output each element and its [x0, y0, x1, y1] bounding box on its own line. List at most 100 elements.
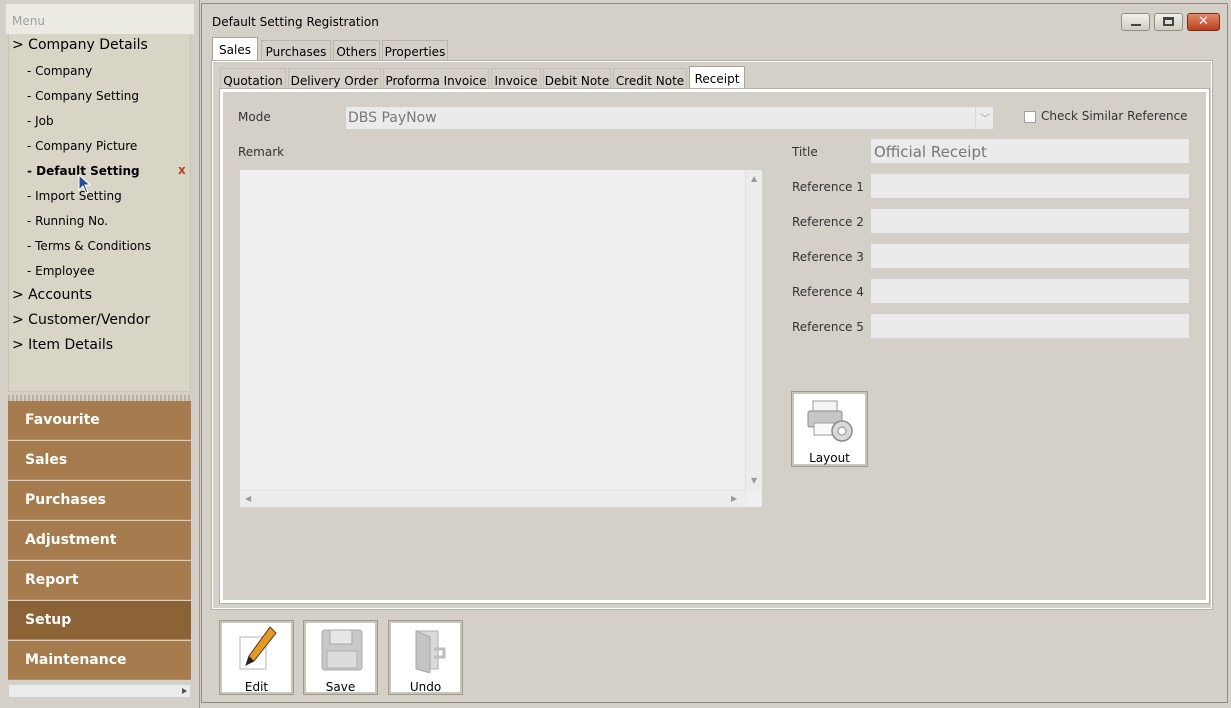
nav-favourite[interactable]: Favourite [8, 401, 191, 440]
tree-group-company-details[interactable]: > Company Details [12, 37, 148, 53]
restore-button[interactable] [1154, 13, 1183, 31]
reference-2-label: Reference 2 [792, 215, 864, 229]
tree-item-terms-conditions[interactable]: - Terms & Conditions [27, 239, 151, 253]
nav-purchases[interactable]: Purchases [8, 481, 191, 520]
remark-vertical-scrollbar[interactable]: ▲ ▼ [745, 170, 762, 492]
reference-1-label: Reference 1 [792, 180, 864, 194]
reference-5-field[interactable] [870, 313, 1190, 339]
tree-item-job[interactable]: - Job [27, 114, 54, 128]
mode-label: Mode [238, 110, 271, 124]
nav-label: Purchases [25, 492, 107, 508]
tab-label: Purchases [265, 45, 327, 59]
nav-label: Setup [25, 612, 72, 628]
mode-value: DBS PayNow [348, 110, 437, 126]
close-tab-icon[interactable]: x [178, 163, 186, 177]
subtab-label: Credit Note [615, 74, 685, 88]
tree-item-employee[interactable]: - Employee [27, 264, 95, 278]
edit-button[interactable]: Edit [219, 620, 294, 695]
remark-label: Remark [238, 145, 285, 159]
left-menu-pane: Menu > Company Details - Company - Compa… [0, 0, 200, 708]
reference-3-label: Reference 3 [792, 250, 864, 264]
mode-select[interactable]: DBS PayNow ﹀ [345, 106, 994, 130]
menu-tree: > Company Details - Company - Company Se… [8, 34, 191, 392]
nav-label: Report [25, 572, 79, 588]
subtab-label: Proforma Invoice [385, 74, 487, 88]
tree-group-accounts[interactable]: > Accounts [12, 287, 92, 303]
chevron-right-icon[interactable] [182, 688, 187, 694]
check-similar-reference-checkbox[interactable] [1024, 111, 1036, 123]
reference-4-field[interactable] [870, 278, 1190, 304]
subtab-label: Delivery Order [290, 74, 379, 88]
restore-icon [1163, 17, 1174, 26]
undo-button[interactable]: Undo [388, 620, 463, 695]
subtab-delivery-order[interactable]: Delivery Order [288, 68, 381, 90]
reference-4-label: Reference 4 [792, 285, 864, 299]
subtab-proforma-invoice[interactable]: Proforma Invoice [383, 68, 489, 90]
scroll-left-icon[interactable]: ◀ [245, 494, 251, 503]
floppy-disk-icon [321, 629, 363, 671]
close-window-button[interactable]: ✕ [1187, 13, 1220, 31]
chevron-down-icon: ﹀ [980, 114, 990, 125]
reference-3-field[interactable] [870, 243, 1190, 269]
title-value: Official Receipt [874, 143, 987, 161]
subtab-debit-note[interactable]: Debit Note [543, 68, 611, 90]
tab-properties[interactable]: Properties [382, 40, 448, 62]
pencil-edit-icon [239, 626, 277, 670]
nav-sales[interactable]: Sales [8, 441, 191, 480]
tab-others[interactable]: Others [333, 40, 380, 62]
default-setting-window: Default Setting Registration ✕ Sales Pur… [201, 3, 1228, 703]
printer-settings-icon [807, 400, 853, 442]
nav-label: Maintenance [25, 652, 127, 668]
menu-header-label: Menu [12, 14, 45, 28]
layout-button[interactable]: Layout [791, 391, 868, 467]
tree-item-running-no[interactable]: - Running No. [27, 214, 108, 228]
menu-header: Menu [6, 4, 194, 34]
tree-item-company-picture[interactable]: - Company Picture [27, 139, 137, 153]
title-label: Title [792, 145, 818, 159]
subtab-invoice[interactable]: Invoice [491, 68, 541, 90]
scroll-up-icon[interactable]: ▲ [751, 174, 757, 183]
check-similar-reference-label[interactable]: Check Similar Reference [1041, 109, 1188, 123]
save-button[interactable]: Save [303, 620, 378, 695]
nav-label: Favourite [25, 412, 100, 428]
subtab-label: Debit Note [544, 74, 610, 88]
remark-textarea[interactable]: ▲ ▼ ◀ ▶ [239, 169, 763, 508]
tab-label: Others [336, 45, 377, 59]
subtab-credit-note[interactable]: Credit Note [613, 68, 687, 90]
undo-button-label: Undo [409, 680, 442, 694]
remark-horizontal-scrollbar[interactable]: ◀ ▶ [240, 490, 746, 507]
subtab-receipt[interactable]: Receipt [689, 66, 745, 90]
title-bar: Default Setting Registration ✕ [202, 4, 1227, 38]
nav-report[interactable]: Report [8, 561, 191, 600]
reference-1-field[interactable] [870, 173, 1190, 199]
tree-group-customer-vendor[interactable]: > Customer/Vendor [12, 312, 150, 328]
subtab-label: Receipt [694, 72, 740, 86]
nav-adjustment[interactable]: Adjustment [8, 521, 191, 560]
tree-item-company-setting[interactable]: - Company Setting [27, 89, 139, 103]
tab-sales[interactable]: Sales [212, 37, 258, 62]
nav-maintenance[interactable]: Maintenance [8, 641, 191, 680]
tree-item-import-setting[interactable]: - Import Setting [27, 189, 122, 203]
save-button-label: Save [325, 680, 356, 694]
nav-label: Sales [25, 452, 68, 468]
mouse-cursor-icon [78, 173, 92, 194]
minimize-button[interactable] [1121, 13, 1150, 31]
tree-item-company[interactable]: - Company [27, 64, 92, 78]
subtab-quotation[interactable]: Quotation [220, 68, 286, 90]
reference-2-field[interactable] [870, 208, 1190, 234]
menu-overflow-bar[interactable] [8, 684, 191, 698]
tab-purchases[interactable]: Purchases [261, 40, 331, 62]
nav-label: Adjustment [25, 532, 117, 548]
tree-group-item-details[interactable]: > Item Details [12, 337, 113, 353]
tab-label: Properties [384, 45, 446, 59]
minimize-icon [1131, 24, 1141, 26]
tab-label: Sales [219, 43, 251, 57]
nav-setup[interactable]: Setup [8, 601, 191, 640]
undo-door-icon [415, 630, 446, 673]
scroll-right-icon[interactable]: ▶ [731, 494, 737, 503]
edit-button-label: Edit [244, 680, 269, 694]
window-title: Default Setting Registration [212, 15, 379, 29]
scroll-down-icon[interactable]: ▼ [751, 476, 757, 485]
title-field[interactable]: Official Receipt [870, 138, 1190, 164]
mode-dropdown-toggle[interactable]: ﹀ [975, 107, 993, 129]
